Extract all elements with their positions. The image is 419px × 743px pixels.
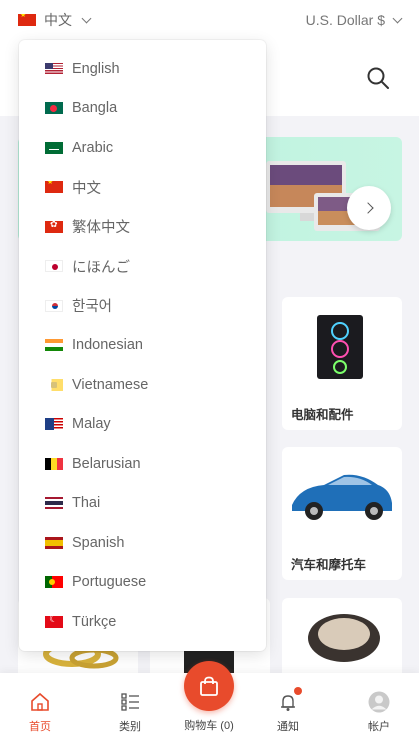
- flag-icon: [45, 299, 63, 312]
- flag-icon: [45, 457, 63, 470]
- category-label: 汽车和摩托车: [291, 558, 367, 572]
- bell-icon: [277, 687, 302, 713]
- flag-icon: [45, 102, 63, 115]
- nav-account-label: 帐户: [368, 721, 390, 733]
- flag-icon: [45, 181, 63, 194]
- chevron-down-icon: [81, 13, 92, 23]
- flag-icon: [45, 339, 63, 352]
- category-label: 电脑和配件: [291, 408, 354, 422]
- avatar-icon: [368, 691, 390, 713]
- category-card-furniture[interactable]: [282, 598, 402, 678]
- banner-next-button[interactable]: [347, 186, 391, 230]
- language-option[interactable]: Indonesian: [19, 326, 266, 366]
- cart-button[interactable]: [184, 661, 234, 711]
- currency-label: U.S. Dollar $: [305, 12, 385, 28]
- language-option-label: Portuguese: [72, 574, 147, 591]
- language-option-label: 中文: [72, 180, 101, 197]
- language-option-label: Spanish: [72, 534, 125, 551]
- flag-icon: [45, 141, 63, 154]
- flag-icon: [45, 220, 63, 233]
- language-option[interactable]: Malay: [19, 405, 266, 445]
- nav-cart-label: 购物车 (0): [184, 720, 234, 732]
- nav-category[interactable]: 类别: [88, 673, 172, 743]
- language-option[interactable]: Türkçe: [19, 602, 266, 642]
- flag-icon: [45, 615, 63, 628]
- nav-home-label: 首页: [29, 721, 51, 733]
- flag-icon: [45, 497, 63, 510]
- currency-selector[interactable]: U.S. Dollar $: [305, 12, 403, 28]
- category-card-computers[interactable]: 电脑和配件: [282, 297, 402, 430]
- language-option[interactable]: Spanish: [19, 523, 266, 563]
- search-icon[interactable]: [366, 66, 390, 90]
- flag-icon: [45, 536, 63, 549]
- category-card-cars[interactable]: 汽车和摩托车: [282, 447, 402, 580]
- nav-notifications[interactable]: 通知: [246, 673, 330, 743]
- language-option[interactable]: Vietnamese: [19, 365, 266, 405]
- chair-image: [308, 614, 380, 662]
- nav-category-label: 类别: [119, 721, 141, 733]
- list-icon: [121, 693, 139, 711]
- language-option-label: Indonesian: [72, 337, 143, 354]
- language-selector[interactable]: 中文: [18, 10, 92, 30]
- language-option[interactable]: 中文: [19, 168, 266, 208]
- language-option[interactable]: にほんご: [19, 247, 266, 287]
- shopping-bag-icon: [200, 676, 218, 696]
- language-option[interactable]: Bangla: [19, 89, 266, 129]
- flag-icon: [45, 260, 63, 273]
- language-option[interactable]: 繁体中文: [19, 207, 266, 247]
- top-bar: 中文 U.S. Dollar $: [0, 0, 419, 40]
- chevron-right-icon: [361, 202, 374, 214]
- language-option[interactable]: English: [19, 49, 266, 89]
- nav-cart[interactable]: 购物车 (0): [167, 713, 251, 743]
- notification-dot: [294, 687, 302, 695]
- nav-home[interactable]: 首页: [0, 673, 82, 743]
- language-option-label: English: [72, 60, 120, 77]
- language-option-label: Thai: [72, 495, 101, 512]
- language-option[interactable]: 한국어: [19, 286, 266, 326]
- language-option-label: Bangla: [72, 100, 118, 117]
- china-flag-icon: [18, 14, 36, 26]
- chevron-down-icon: [392, 13, 403, 23]
- flag-icon: [45, 378, 63, 391]
- language-option[interactable]: Belarusian: [19, 444, 266, 484]
- language-option-label: Vietnamese: [72, 376, 149, 393]
- flag-icon: [45, 576, 63, 589]
- language-option-label: Türkçe: [72, 613, 117, 630]
- language-option-label: 繁体中文: [72, 220, 130, 237]
- flag-icon: [45, 418, 63, 431]
- language-option-label: Malay: [72, 416, 111, 433]
- pc-case-image: [317, 315, 363, 379]
- nav-account[interactable]: 帐户: [337, 673, 419, 743]
- car-image: [292, 474, 392, 520]
- language-option-label: Arabic: [72, 139, 114, 156]
- language-option-label: Belarusian: [72, 455, 141, 472]
- language-option[interactable]: Arabic: [19, 128, 266, 168]
- nav-notifications-label: 通知: [277, 721, 299, 733]
- language-option-label: にほんご: [72, 259, 130, 276]
- language-option[interactable]: Portuguese: [19, 563, 266, 603]
- language-option-label: 한국어: [72, 299, 113, 316]
- language-label: 中文: [44, 12, 72, 28]
- flag-icon: [45, 62, 63, 75]
- language-dropdown: English Bangla Arabic 中文繁体中文にほんご 한국어 Indonesi…: [19, 40, 266, 651]
- home-icon: [31, 692, 49, 711]
- language-option[interactable]: Thai: [19, 484, 266, 524]
